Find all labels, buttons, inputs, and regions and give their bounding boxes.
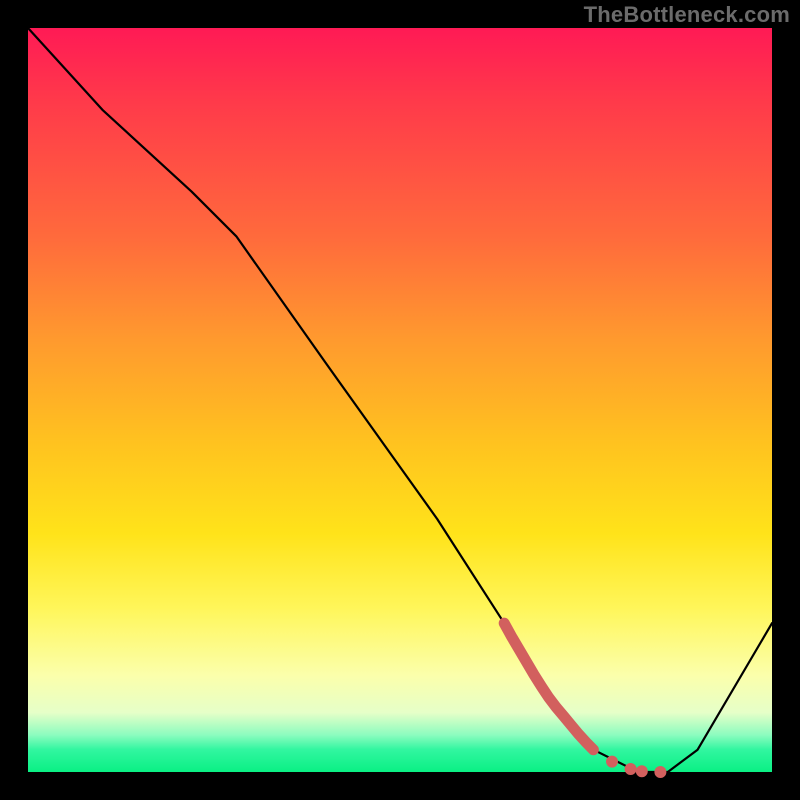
optimal-range-dot [607,756,618,767]
chart-svg [28,28,772,772]
optimal-range-dense-segment [504,623,593,750]
optimal-range-dot [655,767,666,778]
watermark-text: TheBottleneck.com [584,2,790,28]
plot-area [28,28,772,772]
optimal-range-ticks [504,623,666,777]
chart-frame: TheBottleneck.com [0,0,800,800]
optimal-range-dot [636,766,647,777]
optimal-range-dot [625,764,636,775]
bottleneck-curve [28,28,772,772]
